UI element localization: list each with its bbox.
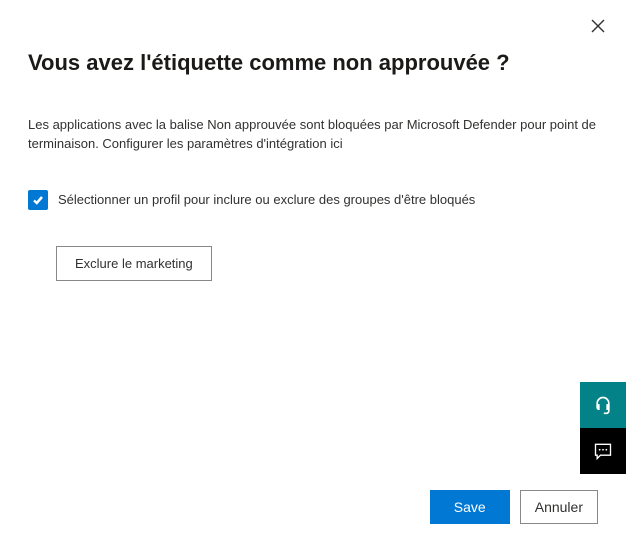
dialog-footer: Save Annuler <box>430 490 598 524</box>
profile-checkbox-label: Sélectionner un profil pour inclure ou e… <box>58 192 475 207</box>
side-widgets <box>580 382 626 474</box>
feedback-icon <box>593 441 613 461</box>
dialog-title: Vous avez l'étiquette comme non approuvé… <box>28 50 598 76</box>
support-widget[interactable] <box>580 382 626 428</box>
cancel-button[interactable]: Annuler <box>520 490 598 524</box>
dialog-description: Les applications avec la balise Non appr… <box>28 116 598 154</box>
save-button[interactable]: Save <box>430 490 510 524</box>
profile-checkbox[interactable] <box>28 190 48 210</box>
profile-selection-row: Sélectionner un profil pour inclure ou e… <box>28 190 598 210</box>
feedback-widget[interactable] <box>580 428 626 474</box>
tag-confirmation-dialog: Vous avez l'étiquette comme non approuvé… <box>0 0 626 546</box>
close-button[interactable] <box>586 14 610 38</box>
close-icon <box>591 19 605 33</box>
exclude-profile-button[interactable]: Exclure le marketing <box>56 246 212 281</box>
checkmark-icon <box>32 194 44 206</box>
headset-icon <box>593 395 613 415</box>
